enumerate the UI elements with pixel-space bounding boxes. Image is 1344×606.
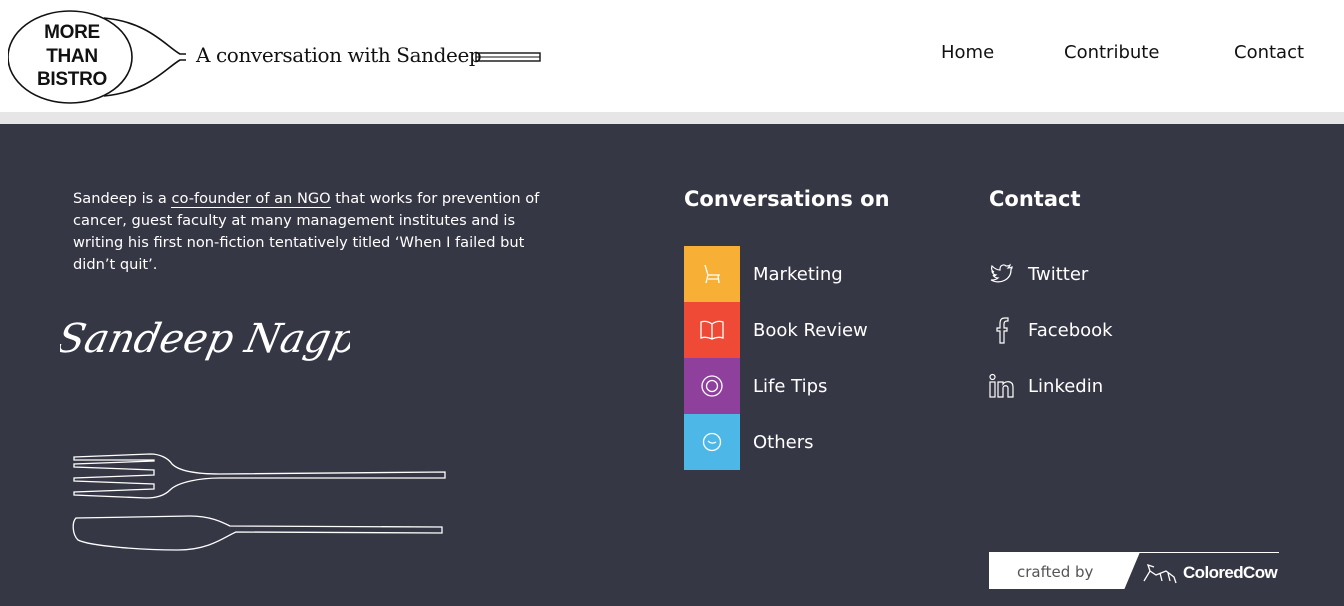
about-text: Sandeep is a co-founder of an NGO that w… bbox=[73, 188, 543, 276]
site-header: MORE THAN BISTRO A conversation with San… bbox=[0, 0, 1344, 112]
category-label: Life Tips bbox=[753, 375, 828, 397]
contact-label: Twitter bbox=[1028, 263, 1089, 285]
crafted-by-brand: ColoredCow bbox=[1183, 563, 1278, 582]
signature: Sandeep Nagpal bbox=[60, 314, 350, 361]
cow-logo-icon bbox=[1143, 563, 1177, 584]
chair-icon bbox=[704, 264, 720, 284]
contact-linkedin[interactable]: Linkedin bbox=[988, 372, 1103, 400]
category-label: Marketing bbox=[753, 263, 843, 285]
cutlery-icon bbox=[72, 453, 446, 551]
category-life-tips-swatch bbox=[684, 358, 740, 414]
contact-title: Contact bbox=[989, 187, 1081, 211]
conversations-title: Conversations on bbox=[684, 187, 890, 211]
circle-icon bbox=[701, 375, 723, 397]
linkedin-icon bbox=[988, 372, 1016, 400]
logo-line-2: THAN bbox=[46, 45, 98, 67]
header-shadow bbox=[0, 112, 1344, 124]
book-icon bbox=[700, 320, 724, 340]
category-life-tips[interactable]: Life Tips bbox=[684, 358, 904, 414]
category-marketing-swatch bbox=[684, 246, 740, 302]
contact-facebook[interactable]: Facebook bbox=[988, 316, 1113, 344]
nav-contact[interactable]: Contact bbox=[1234, 42, 1304, 63]
category-label: Others bbox=[753, 431, 814, 453]
nav-home[interactable]: Home bbox=[941, 42, 994, 63]
facebook-icon bbox=[988, 316, 1016, 344]
category-book-review[interactable]: Book Review bbox=[684, 302, 904, 358]
category-book-review-swatch bbox=[684, 302, 740, 358]
category-others-swatch bbox=[684, 414, 740, 470]
contact-twitter[interactable]: Twitter bbox=[988, 260, 1088, 288]
signature-text: Sandeep Nagpal bbox=[60, 314, 350, 361]
logo-text: MORE THAN BISTRO bbox=[30, 21, 114, 92]
logo-line-3: BISTRO bbox=[37, 69, 107, 90]
crafted-by-text: crafted by bbox=[1017, 563, 1094, 581]
logo-line-1: MORE bbox=[44, 22, 100, 43]
contact-label: Facebook bbox=[1028, 319, 1113, 341]
bowl-icon bbox=[702, 432, 722, 452]
about-prefix: Sandeep is a bbox=[73, 190, 172, 207]
tagline: A conversation with Sandeep bbox=[196, 43, 482, 67]
crafted-by-badge[interactable]: crafted by ColoredCow bbox=[989, 552, 1280, 590]
contact-label: Linkedin bbox=[1028, 375, 1104, 397]
twitter-icon bbox=[988, 260, 1016, 288]
ngo-link[interactable]: co-founder of an NGO bbox=[171, 190, 331, 208]
nav-contribute[interactable]: Contribute bbox=[1064, 42, 1159, 63]
category-label: Book Review bbox=[753, 319, 868, 341]
category-marketing[interactable]: Marketing bbox=[684, 246, 904, 302]
category-others[interactable]: Others bbox=[684, 414, 904, 470]
